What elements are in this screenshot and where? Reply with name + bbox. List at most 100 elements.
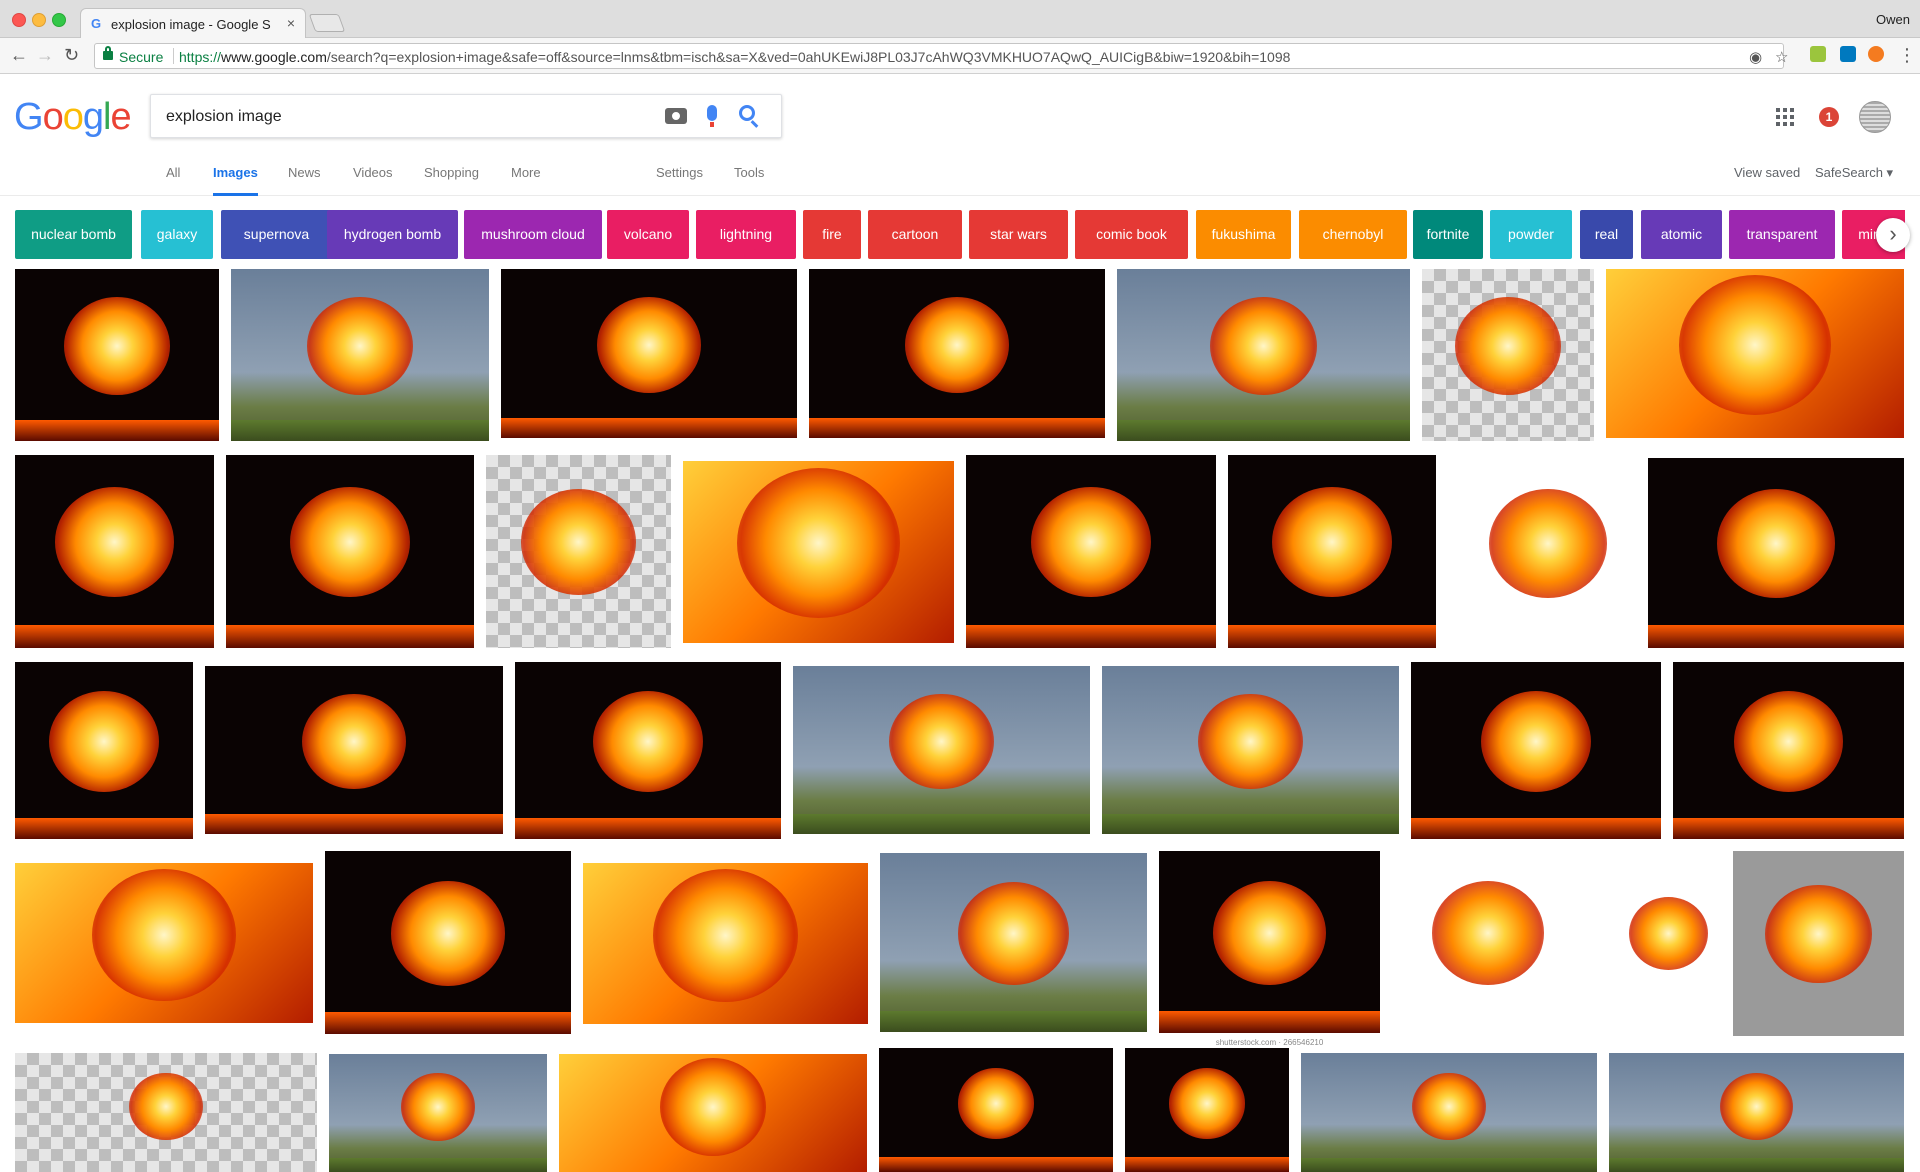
image-result-thumbnail[interactable] (809, 269, 1105, 438)
profile-name[interactable]: Owen (1876, 12, 1910, 27)
chip-nuclear-bomb[interactable]: nuclear bomb (15, 210, 132, 259)
image-result-thumbnail[interactable] (559, 1054, 867, 1172)
url-text[interactable]: https://www.google.com/search?q=explosio… (179, 49, 1419, 65)
tab-settings[interactable]: Settings (656, 165, 703, 196)
explosion-fireball-icon (1481, 691, 1591, 793)
trello-extension-icon[interactable] (1840, 46, 1856, 62)
image-result-thumbnail[interactable] (1673, 662, 1904, 839)
reload-icon[interactable]: ↻ (64, 46, 79, 64)
chip-fire[interactable]: fire (803, 210, 861, 259)
chip-transparent[interactable]: transparent (1729, 210, 1835, 259)
tab-videos[interactable]: Videos (353, 165, 393, 196)
image-result-thumbnail[interactable] (583, 863, 868, 1024)
safesearch-menu[interactable]: SafeSearch ▾ (1815, 165, 1893, 181)
image-result-thumbnail[interactable] (15, 662, 193, 839)
chip-cartoon[interactable]: cartoon (868, 210, 962, 259)
image-result-thumbnail[interactable] (325, 851, 571, 1034)
microphone-icon[interactable] (707, 105, 717, 127)
extension-burst-icon[interactable] (1868, 46, 1884, 62)
image-result-thumbnail[interactable] (1228, 455, 1436, 648)
avatar[interactable] (1859, 101, 1891, 133)
tab-close-icon[interactable]: × (287, 15, 295, 31)
chip-star-wars[interactable]: star wars (969, 210, 1068, 259)
tab-news[interactable]: News (288, 165, 321, 196)
image-result-thumbnail[interactable] (1102, 666, 1399, 834)
apps-grid-icon[interactable] (1776, 108, 1794, 126)
explosion-fireball-icon (1628, 896, 1709, 971)
chip-fukushima[interactable]: fukushima (1196, 210, 1291, 259)
image-result-thumbnail[interactable] (1125, 1048, 1289, 1172)
image-result-thumbnail[interactable] (15, 455, 214, 648)
minimize-window-button[interactable] (32, 13, 46, 27)
image-result-thumbnail[interactable] (329, 1054, 547, 1172)
tab-shopping[interactable]: Shopping (424, 165, 479, 196)
image-result-thumbnail[interactable] (1301, 1053, 1597, 1172)
back-arrow-icon[interactable]: ← (10, 46, 28, 64)
chip-chernobyl[interactable]: chernobyl (1299, 210, 1407, 259)
browser-tab[interactable]: G explosion image - Google Sear × (80, 8, 306, 39)
tab-tools[interactable]: Tools (734, 165, 764, 196)
chips-next-arrow-icon[interactable]: › (1876, 218, 1910, 252)
search-box[interactable]: explosion image (150, 94, 782, 138)
browser-menu-icon[interactable]: ⋮ (1898, 46, 1916, 64)
image-result-thumbnail[interactable] (1411, 662, 1661, 839)
image-result-thumbnail[interactable] (966, 455, 1216, 648)
explosion-fireball-icon (306, 297, 414, 396)
chip-powder[interactable]: powder (1490, 210, 1572, 259)
image-result-thumbnail[interactable] (1422, 269, 1594, 441)
forward-arrow-icon[interactable]: → (36, 46, 54, 64)
address-bar[interactable]: Secure https://www.google.com/search?q=e… (94, 43, 1788, 69)
bookmark-star-icon[interactable]: ☆ (1775, 48, 1788, 66)
explosion-fireball-icon (889, 693, 994, 790)
image-result-thumbnail[interactable] (1392, 851, 1584, 1033)
chip-hydrogen-bomb[interactable]: hydrogen bomb (327, 210, 458, 259)
chip-lightning[interactable]: lightning (696, 210, 796, 259)
chip-atomic[interactable]: atomic (1641, 210, 1722, 259)
image-result-thumbnail[interactable] (1733, 851, 1904, 1036)
chip-real[interactable]: real (1580, 210, 1633, 259)
maximize-window-button[interactable] (52, 13, 66, 27)
image-result-thumbnail[interactable] (1609, 1053, 1904, 1172)
chip-volcano[interactable]: volcano (607, 210, 689, 259)
location-icon[interactable]: ◉ (1749, 48, 1762, 66)
ground-strip (1228, 625, 1436, 648)
image-result-thumbnail[interactable] (1606, 269, 1904, 438)
image-result-thumbnail[interactable] (15, 269, 219, 441)
notification-badge[interactable]: 1 (1819, 107, 1839, 127)
image-result-thumbnail[interactable] (793, 666, 1090, 834)
extension-icon[interactable] (1810, 46, 1826, 62)
image-result-thumbnail[interactable] (231, 269, 489, 441)
chip-fortnite[interactable]: fortnite (1413, 210, 1483, 259)
ground-strip (15, 818, 193, 839)
search-input[interactable]: explosion image (166, 108, 282, 126)
image-result-thumbnail[interactable] (486, 455, 671, 648)
image-result-thumbnail[interactable] (879, 1048, 1113, 1172)
image-result-thumbnail[interactable] (1448, 458, 1648, 648)
chip-comic-book[interactable]: comic book (1075, 210, 1188, 259)
image-result-thumbnail[interactable] (515, 662, 781, 839)
image-result-thumbnail[interactable] (1604, 851, 1733, 1034)
image-result-thumbnail[interactable] (15, 1053, 317, 1172)
close-window-button[interactable] (12, 13, 26, 27)
image-result-thumbnail[interactable] (1117, 269, 1410, 441)
image-result-thumbnail[interactable]: shutterstock.com · 266546210 (1159, 851, 1380, 1047)
camera-icon[interactable] (665, 108, 687, 124)
image-result-thumbnail[interactable] (683, 461, 954, 643)
ground-strip (325, 1012, 571, 1034)
image-result-thumbnail[interactable] (205, 666, 503, 834)
chip-galaxy[interactable]: galaxy (141, 210, 213, 259)
image-result-thumbnail[interactable] (15, 863, 313, 1023)
image-result-thumbnail[interactable] (1648, 458, 1904, 648)
tab-more[interactable]: More (511, 165, 541, 196)
search-icon[interactable] (739, 105, 755, 121)
tab-all[interactable]: All (166, 165, 180, 196)
tab-images[interactable]: Images (213, 165, 258, 196)
new-tab-button[interactable] (308, 14, 346, 32)
chip-mushroom-cloud[interactable]: mushroom cloud (464, 210, 602, 259)
image-result-thumbnail[interactable] (880, 853, 1147, 1032)
view-saved-link[interactable]: View saved (1734, 165, 1800, 180)
image-result-thumbnail[interactable] (226, 455, 474, 648)
image-result-thumbnail[interactable] (501, 269, 797, 438)
chip-supernova[interactable]: supernova (221, 210, 332, 259)
google-logo[interactable]: Google (14, 96, 132, 139)
